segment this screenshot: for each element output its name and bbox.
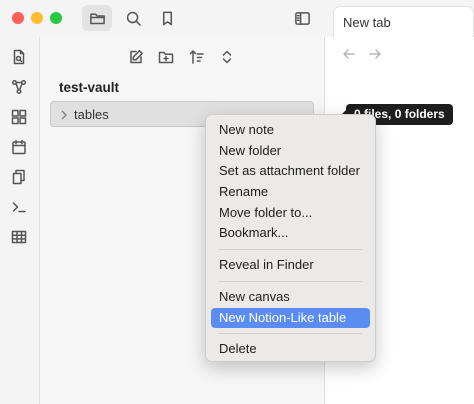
menu-item-rename[interactable]: Rename [211, 182, 370, 203]
menu-separator [219, 333, 362, 335]
new-folder-icon [158, 51, 174, 64]
sidebar-toggle-icon [294, 11, 310, 25]
collapse-expand-icon [222, 50, 232, 64]
search-button[interactable] [118, 5, 148, 31]
new-note-button[interactable] [124, 45, 148, 69]
forward-button[interactable] [368, 47, 384, 63]
calendar-icon [12, 139, 26, 155]
sort-icon [189, 50, 204, 64]
menu-separator [219, 249, 362, 251]
back-button[interactable] [342, 47, 358, 63]
graph-view-button[interactable] [7, 75, 31, 99]
templates-button[interactable] [7, 165, 31, 189]
file-switcher-icon [13, 49, 25, 65]
table-icon [11, 230, 27, 244]
chevron-right-icon[interactable] [59, 108, 69, 120]
forward-arrow-icon [369, 49, 381, 59]
menu-item-new-folder[interactable]: New folder [211, 141, 370, 162]
new-folder-button[interactable] [154, 45, 178, 69]
minimize-window-button[interactable] [31, 12, 43, 24]
canvas-button[interactable] [7, 105, 31, 129]
bookmarks-button[interactable] [152, 5, 182, 31]
close-window-button[interactable] [12, 12, 24, 24]
terminal-icon [12, 202, 26, 213]
zoom-window-button[interactable] [50, 12, 62, 24]
menu-item-bookmark[interactable]: Bookmark... [211, 223, 370, 244]
menu-item-new-canvas[interactable]: New canvas [211, 287, 370, 308]
collapse-expand-button[interactable] [215, 45, 239, 69]
table-button[interactable] [7, 225, 31, 249]
tab-label: New tab [343, 15, 391, 30]
new-note-icon [130, 50, 143, 64]
daily-note-button[interactable] [7, 135, 31, 159]
back-arrow-icon [343, 49, 355, 59]
app-window: test-vault tables New tab 0 files, 0 fol… [0, 0, 474, 404]
folder-context-menu: New note New folder Set as attachment fo… [205, 114, 376, 362]
menu-item-new-notion-like-table[interactable]: New Notion-Like table [211, 307, 370, 329]
menu-item-reveal-in-finder[interactable]: Reveal in Finder [211, 255, 370, 276]
menu-item-set-attachment-folder[interactable]: Set as attachment folder [211, 161, 370, 182]
templates-icon [12, 169, 25, 185]
folder-label: tables [74, 107, 109, 122]
toggle-sidebar-button[interactable] [287, 5, 317, 31]
menu-separator [219, 280, 362, 282]
terminal-button[interactable] [7, 195, 31, 219]
tab-new-tab[interactable]: New tab [333, 6, 474, 37]
quick-switcher-button[interactable] [7, 45, 31, 69]
titlebar [0, 0, 325, 37]
sort-button[interactable] [185, 45, 209, 69]
left-ribbon [0, 37, 40, 404]
menu-item-delete[interactable]: Delete [211, 339, 370, 360]
menu-item-move-folder[interactable]: Move folder to... [211, 203, 370, 224]
folder-icon [89, 12, 105, 24]
bookmark-icon [162, 11, 172, 25]
tab-bar: New tab [325, 0, 474, 37]
search-icon [126, 11, 141, 26]
graph-view-icon [11, 79, 27, 95]
canvas-icon [11, 109, 27, 125]
files-view-button[interactable] [82, 5, 112, 31]
vault-name[interactable]: test-vault [59, 80, 119, 95]
menu-item-new-note[interactable]: New note [211, 120, 370, 141]
